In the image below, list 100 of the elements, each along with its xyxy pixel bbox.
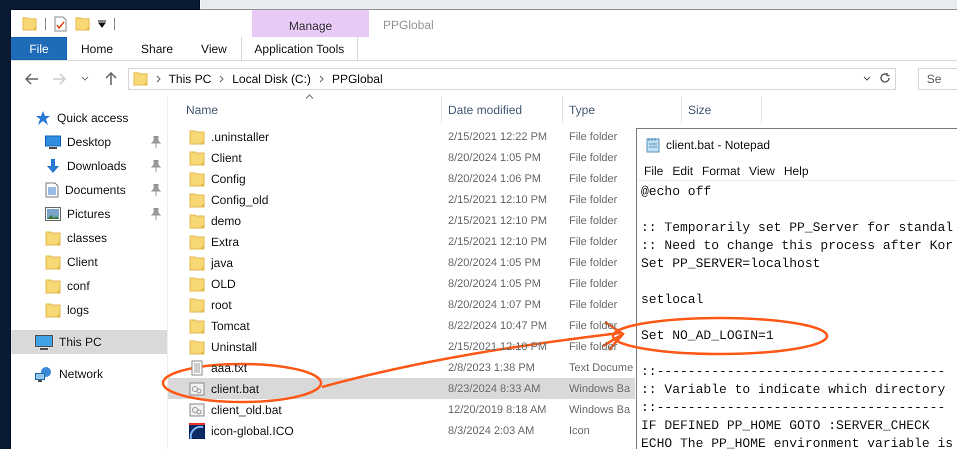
file-row[interactable]: .uninstaller 2/15/2021 12:22 PM File folder bbox=[168, 126, 635, 147]
nav-item[interactable]: Pictures bbox=[11, 202, 167, 226]
search-field[interactable]: Se bbox=[918, 68, 957, 90]
nav-item[interactable]: Client bbox=[11, 250, 167, 274]
dropdown-icon[interactable] bbox=[98, 20, 106, 28]
desktop-icon bbox=[45, 135, 61, 149]
file-row[interactable]: demo 2/15/2021 12:10 PM File folder bbox=[168, 210, 635, 231]
nav-item[interactable]: This PC bbox=[11, 330, 167, 354]
file-row[interactable]: root 8/20/2024 1:07 PM File folder bbox=[168, 294, 635, 315]
date-cell-text: 2/15/2021 12:10 PM bbox=[447, 236, 548, 248]
file-name: demo bbox=[211, 214, 242, 228]
file-name: client.bat bbox=[211, 382, 260, 396]
properties-check-icon[interactable] bbox=[54, 16, 67, 32]
folder-icon bbox=[189, 170, 205, 186]
address-field[interactable]: This PC Local Disk (C:) PPGlobal bbox=[128, 68, 896, 90]
file-row[interactable]: Extra 2/15/2021 12:10 PM File folder bbox=[168, 231, 635, 252]
column-header[interactable]: Type bbox=[563, 96, 682, 123]
file-row[interactable]: client_old.bat 12/20/2019 8:18 AM Windows Ba bbox=[168, 399, 635, 420]
pin-icon[interactable] bbox=[151, 160, 161, 172]
code-line: ::------------------------------------- bbox=[641, 399, 946, 417]
file-row[interactable]: java 8/20/2024 1:05 PM File folder bbox=[168, 252, 635, 273]
file-row[interactable]: icon-global.ICO 8/3/2024 2:03 AM Icon bbox=[168, 420, 635, 441]
menu-item[interactable]: Edit bbox=[669, 164, 700, 178]
up-arrow-icon bbox=[105, 72, 118, 86]
code-line: :: Need to change this process after Kor bbox=[641, 237, 954, 255]
menu-item[interactable]: File bbox=[641, 164, 670, 178]
date-cell-text: 8/3/2024 2:03 AM bbox=[447, 424, 536, 436]
type-cell-text: File folder bbox=[568, 130, 618, 142]
refresh-icon[interactable] bbox=[878, 72, 891, 85]
chevron-icon bbox=[219, 74, 224, 82]
breadcrumb[interactable]: This PC bbox=[168, 72, 212, 86]
file-name: Client bbox=[211, 150, 242, 164]
notepad-title: client.bat - Notepad bbox=[666, 138, 770, 152]
chevron-icon bbox=[156, 74, 161, 82]
ribbon-tab[interactable]: View bbox=[187, 37, 241, 60]
folder-icon bbox=[189, 318, 205, 334]
nav-item[interactable]: conf bbox=[11, 274, 167, 298]
ribbon-tab[interactable]: Application Tools bbox=[240, 37, 358, 60]
star-icon bbox=[35, 110, 51, 126]
date-cell-text: 8/20/2024 1:06 PM bbox=[447, 172, 542, 184]
nav-item[interactable]: logs bbox=[11, 298, 167, 322]
menu-item[interactable]: Help bbox=[780, 164, 815, 178]
file-name: OLD bbox=[211, 276, 236, 290]
folder-icon bbox=[45, 230, 61, 246]
file-name: Config bbox=[211, 172, 246, 186]
ribbon-tab[interactable]: Share bbox=[127, 37, 188, 60]
type-cell-text: File folder bbox=[568, 278, 618, 290]
notepad-icon bbox=[646, 137, 660, 153]
chevron-down-icon bbox=[80, 76, 89, 82]
date-cell-text: 8/20/2024 1:07 PM bbox=[447, 298, 542, 310]
column-header[interactable]: Name bbox=[180, 96, 442, 123]
breadcrumb[interactable]: Local Disk (C:) bbox=[232, 72, 311, 86]
computer-icon bbox=[35, 334, 53, 350]
type-cell-text: Icon bbox=[568, 424, 591, 436]
nav-item[interactable]: Downloads bbox=[11, 154, 167, 178]
nav-item[interactable]: classes bbox=[11, 226, 167, 250]
file-name: .uninstaller bbox=[211, 130, 270, 144]
code-line: ::------------------------------------- bbox=[641, 363, 946, 381]
ribbon-tab[interactable]: File bbox=[11, 37, 67, 60]
folder-icon bbox=[189, 192, 205, 208]
type-cell-text: File folder bbox=[568, 214, 618, 226]
code-line: :: Temporarily set PP_Server for standal bbox=[641, 219, 954, 237]
folder-icon bbox=[45, 278, 61, 294]
nav-item[interactable]: Desktop bbox=[11, 130, 167, 154]
file-name: Tomcat bbox=[211, 318, 250, 332]
document-icon bbox=[45, 182, 59, 198]
breadcrumb[interactable]: PPGlobal bbox=[332, 72, 383, 86]
pin-icon[interactable] bbox=[151, 136, 161, 148]
file-row[interactable]: Config 8/20/2024 1:06 PM File folder bbox=[168, 168, 635, 189]
folder-icon bbox=[45, 254, 61, 270]
gears-file-icon bbox=[189, 402, 205, 418]
pin-icon[interactable] bbox=[151, 184, 161, 196]
nav-item[interactable]: Network bbox=[11, 362, 167, 386]
network-icon bbox=[35, 366, 53, 382]
code-line: IF DEFINED PP_HOME GOTO :SERVER_CHECK bbox=[641, 417, 930, 435]
folder-icon bbox=[75, 16, 90, 31]
file-row[interactable]: client.bat 8/23/2024 8:33 AM Windows Ba bbox=[168, 378, 635, 399]
column-header[interactable]: Size bbox=[682, 96, 762, 123]
window-title: PPGlobal bbox=[382, 17, 434, 34]
forward-arrow-icon bbox=[52, 72, 66, 84]
pin-icon[interactable] bbox=[151, 208, 161, 220]
chevron-down-icon[interactable] bbox=[862, 76, 871, 82]
menu-item[interactable]: Format bbox=[699, 164, 746, 178]
file-row[interactable]: Client 8/20/2024 1:05 PM File folder bbox=[168, 147, 635, 168]
download-arrow-icon bbox=[45, 158, 61, 174]
type-cell-text: Windows Ba bbox=[568, 382, 632, 394]
file-row[interactable]: Config_old 2/15/2021 12:10 PM File folder bbox=[168, 189, 635, 210]
type-cell-text: File folder bbox=[568, 152, 618, 164]
type-cell-text: Text Docume bbox=[568, 362, 634, 374]
ribbon-tab[interactable]: Home bbox=[67, 37, 128, 60]
date-cell-text: 2/15/2021 12:10 PM bbox=[447, 194, 548, 206]
column-header[interactable]: Date modified bbox=[442, 96, 563, 123]
folder-icon bbox=[22, 16, 37, 31]
file-name: java bbox=[211, 256, 234, 270]
file-row[interactable]: OLD 8/20/2024 1:05 PM File folder bbox=[168, 273, 635, 294]
code-line: Set PP_SERVER=localhost bbox=[641, 255, 820, 273]
nav-item[interactable]: Quick access bbox=[11, 106, 167, 130]
menu-item[interactable]: View bbox=[746, 164, 781, 178]
nav-item[interactable]: Documents bbox=[11, 178, 167, 202]
date-cell-text: 8/20/2024 1:05 PM bbox=[447, 152, 542, 164]
